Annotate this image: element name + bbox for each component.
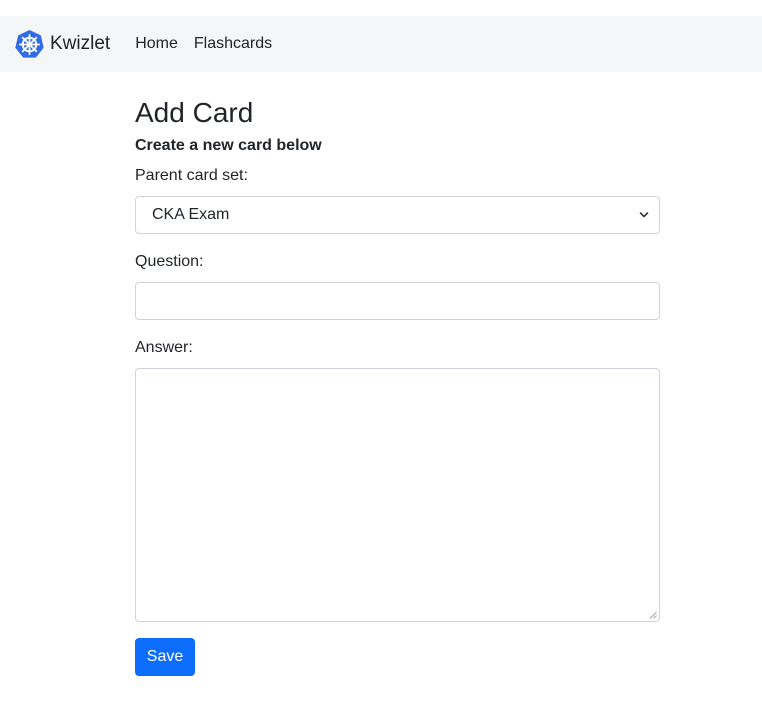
nav-flashcards[interactable]: Flashcards <box>194 35 272 53</box>
navbar: Kwizlet Home Flashcards <box>0 16 762 72</box>
page-subtitle: Create a new card below <box>135 137 322 154</box>
save-button[interactable]: Save <box>135 638 195 676</box>
brand-name: Kwizlet <box>50 33 111 54</box>
parent-set-value: CKA Exam <box>152 206 230 223</box>
answer-label: Answer: <box>135 339 193 356</box>
nav-home[interactable]: Home <box>135 35 178 53</box>
parent-set-select[interactable]: CKA Exam <box>135 196 660 234</box>
helm-wheel-icon <box>15 29 44 58</box>
parent-set-label: Parent card set: <box>135 167 248 184</box>
answer-textarea[interactable] <box>135 368 660 622</box>
question-input[interactable] <box>135 282 660 320</box>
page-title: Add Card <box>135 97 254 128</box>
question-label: Question: <box>135 253 204 270</box>
chevron-down-icon <box>639 212 649 218</box>
main-content: Add Card Create a new card below Parent … <box>135 96 660 676</box>
resize-grip-icon[interactable] <box>649 611 657 619</box>
brand-link[interactable]: Kwizlet <box>14 29 110 60</box>
